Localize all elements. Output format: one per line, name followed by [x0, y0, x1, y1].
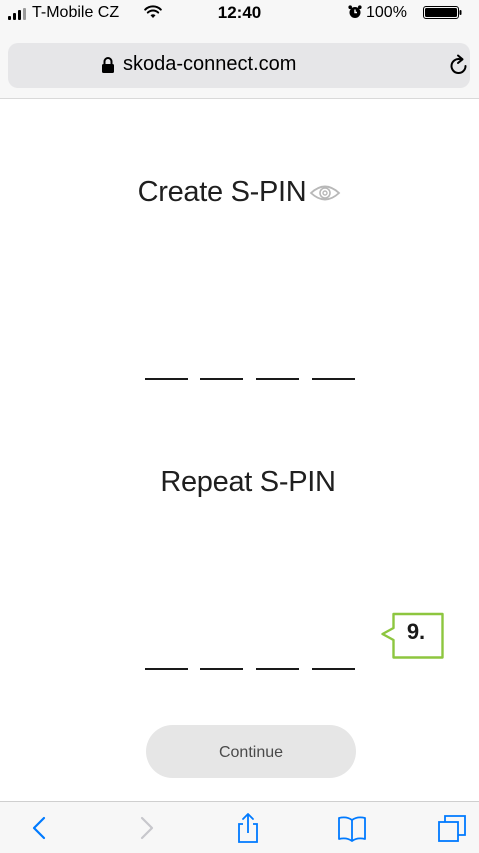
clock: 12:40 [217, 3, 262, 22]
battery-icon [423, 6, 462, 19]
lock-icon [102, 57, 114, 73]
share-icon[interactable] [232, 812, 264, 844]
repeat-pin-title: Repeat S-PIN [160, 466, 336, 498]
reload-icon[interactable] [448, 53, 470, 77]
back-icon[interactable] [24, 812, 56, 844]
status-bar: T-Mobile CZ 12:40 100% [0, 0, 479, 40]
repeat-pin-digit-3[interactable] [256, 646, 299, 670]
repeat-pin-digit-1[interactable] [145, 646, 188, 670]
phone-screen: T-Mobile CZ 12:40 100% skoda-connect.com… [0, 0, 479, 853]
create-pin-digit-2[interactable] [200, 356, 243, 380]
repeat-pin-digit-2[interactable] [200, 646, 243, 670]
step-number: 9. [406, 619, 426, 644]
eye-icon[interactable] [309, 182, 341, 204]
address-bar: skoda-connect.com [0, 40, 479, 99]
battery-percent: 100% [366, 4, 407, 21]
tabs-icon[interactable] [436, 812, 468, 844]
create-pin-digit-3[interactable] [256, 356, 299, 380]
repeat-pin-digit-4[interactable] [312, 646, 355, 670]
forward-icon[interactable] [130, 812, 162, 844]
create-pin-title-row: Create S-PIN [0, 176, 479, 209]
create-pin-digit-4[interactable] [312, 356, 355, 380]
bookmarks-icon[interactable] [336, 812, 368, 844]
continue-button[interactable]: Continue [146, 725, 356, 778]
alarm-icon [348, 5, 362, 18]
url-field[interactable]: skoda-connect.com [8, 43, 470, 88]
create-pin-title: Create S-PIN [137, 176, 307, 208]
browser-toolbar [0, 801, 479, 853]
url-text[interactable]: skoda-connect.com [123, 53, 296, 76]
create-pin-digit-1[interactable] [145, 356, 188, 380]
